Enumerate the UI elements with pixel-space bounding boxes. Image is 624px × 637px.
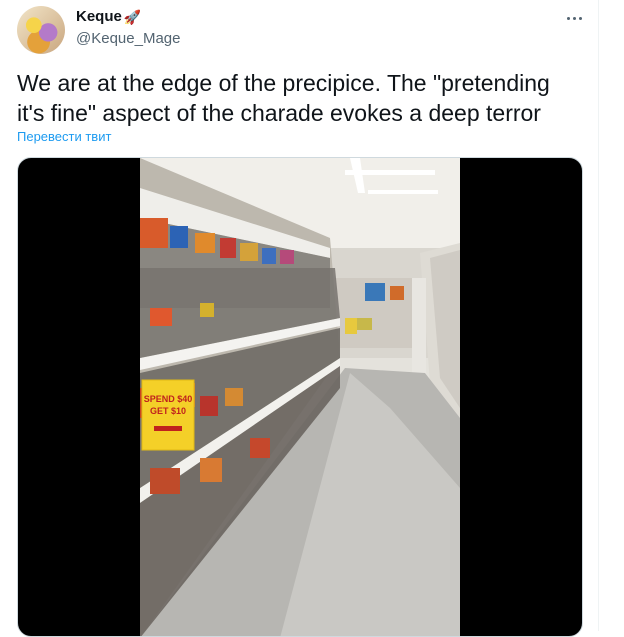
translate-tweet-link[interactable]: Перевести твит bbox=[17, 129, 111, 144]
more-dot-icon bbox=[578, 16, 582, 20]
more-horizontal-icon bbox=[566, 16, 570, 20]
video-player[interactable]: SPEND $40 GET $10 bbox=[140, 158, 460, 636]
avatar[interactable] bbox=[17, 6, 65, 54]
tweet[interactable]: Keque 🚀 @Keque_Mage We are at the edge o… bbox=[0, 0, 599, 637]
more-options-button[interactable] bbox=[560, 8, 588, 28]
promo-sign: SPEND $40 GET $10 bbox=[141, 379, 195, 451]
tweet-text: We are at the edge of the precipice. The… bbox=[17, 70, 550, 126]
promo-sign-line-2: GET $10 bbox=[150, 406, 186, 416]
promo-sign-line-1: SPEND $40 bbox=[144, 394, 193, 404]
display-name[interactable]: Keque 🚀 bbox=[76, 8, 141, 25]
tweet-media[interactable]: SPEND $40 GET $10 bbox=[17, 157, 583, 637]
video-frame: SPEND $40 GET $10 bbox=[140, 158, 460, 636]
more-dot-icon bbox=[572, 16, 576, 20]
display-name-text: Keque bbox=[76, 8, 122, 25]
rocket-emoji-icon: 🚀 bbox=[123, 8, 142, 25]
user-handle[interactable]: @Keque_Mage bbox=[76, 30, 180, 47]
